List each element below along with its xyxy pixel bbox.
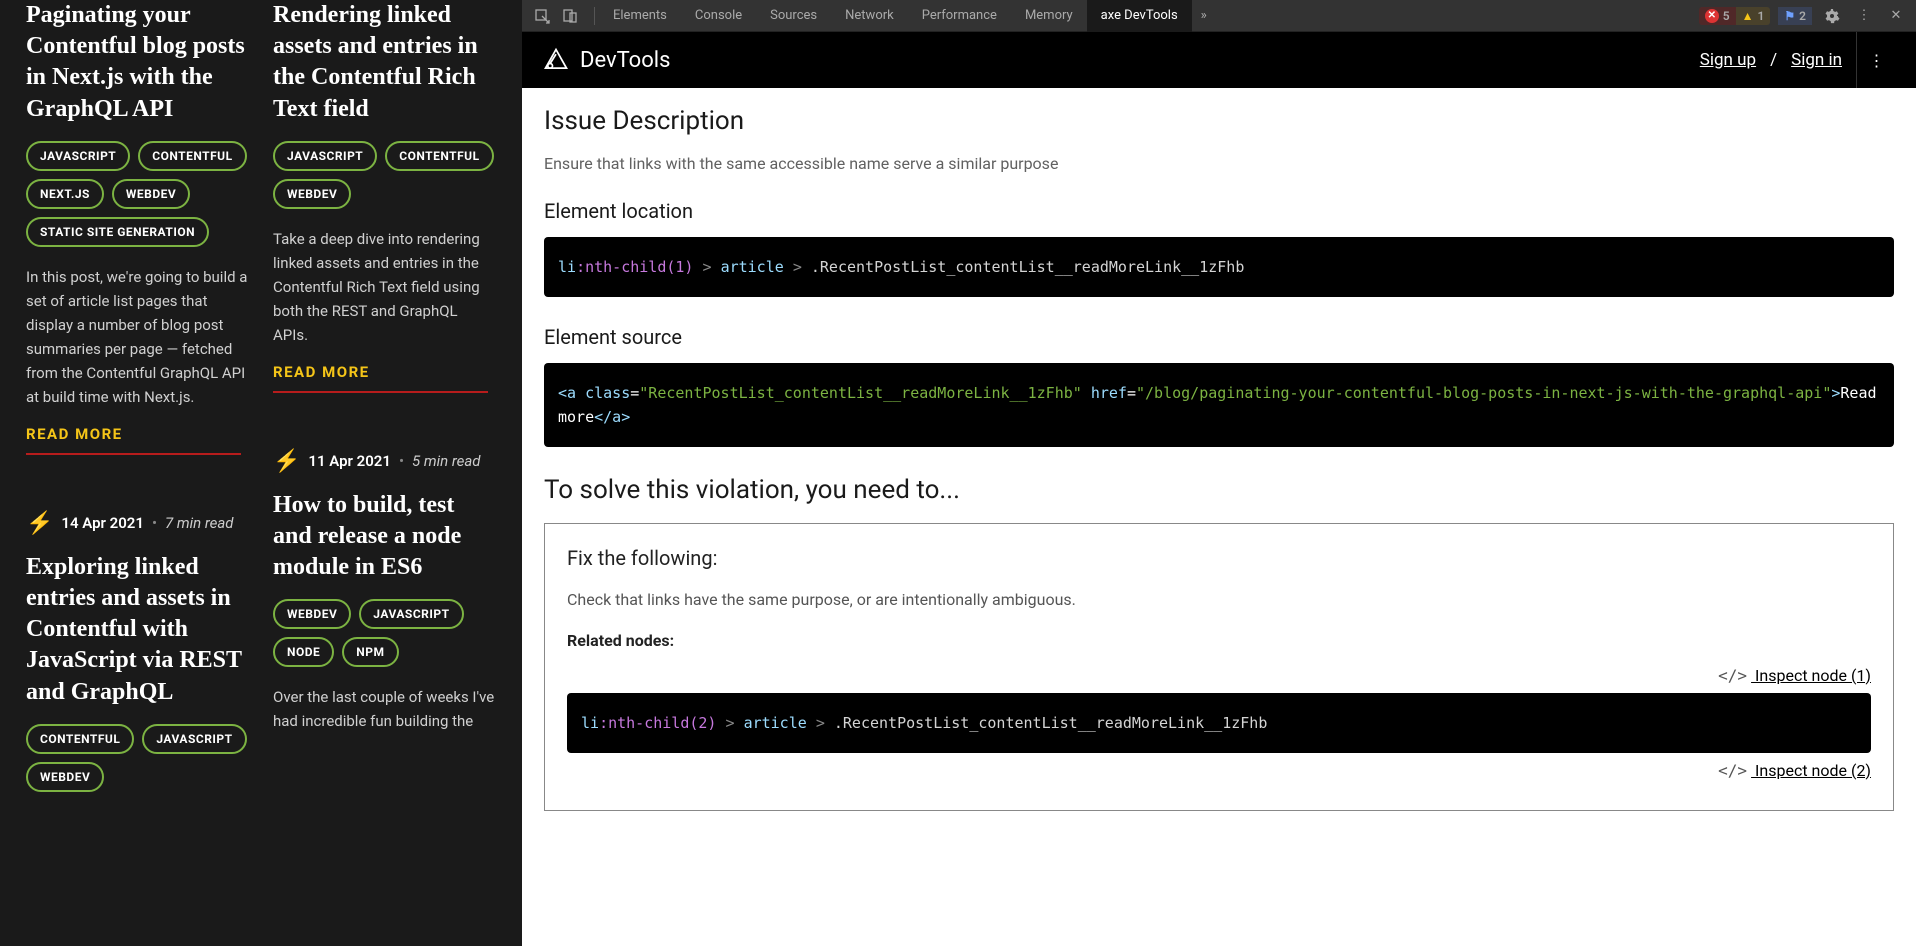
- posts-grid: Paginating your Contentful blog posts in…: [26, 0, 496, 810]
- read-time: 7 min read: [165, 514, 234, 532]
- devtools-tabbar: Elements Console Sources Network Perform…: [522, 0, 1916, 32]
- element-location-code[interactable]: li:nth-child(1) > article > .RecentPostL…: [544, 237, 1894, 297]
- post-date: 14 Apr 2021: [61, 514, 144, 532]
- inspect-element-icon[interactable]: [530, 4, 554, 28]
- post-card: Paginating your Contentful blog posts in…: [26, 0, 249, 810]
- dot-separator: •: [152, 514, 157, 532]
- post-tags: JAVASCRIPT CONTENTFUL WEBDEV: [273, 141, 496, 209]
- post-tags: WEBDEV JAVASCRIPT NODE NPM: [273, 599, 496, 667]
- tab-network[interactable]: Network: [831, 0, 908, 32]
- tag[interactable]: NODE: [273, 637, 334, 667]
- flag-count: 2: [1799, 9, 1806, 23]
- fix-box: Fix the following: Check that links have…: [544, 523, 1894, 811]
- close-icon[interactable]: ✕: [1884, 4, 1908, 28]
- read-more-link[interactable]: READ MORE: [273, 363, 488, 393]
- fix-following-heading: Fix the following:: [567, 546, 1871, 570]
- tag[interactable]: JAVASCRIPT: [359, 599, 463, 629]
- warning-count: 1: [1758, 9, 1765, 23]
- sign-up-link[interactable]: Sign up: [1700, 50, 1756, 70]
- post-card: Rendering linked assets and entries in t…: [273, 0, 496, 810]
- tag[interactable]: NPM: [342, 637, 398, 667]
- axe-logo-icon: [542, 46, 570, 74]
- auth-separator: /: [1770, 50, 1777, 70]
- tab-console[interactable]: Console: [681, 0, 756, 32]
- post-title[interactable]: Rendering linked assets and entries in t…: [273, 0, 496, 125]
- dot-separator: •: [399, 452, 404, 470]
- post-title[interactable]: Paginating your Contentful blog posts in…: [26, 0, 249, 125]
- post-title[interactable]: Exploring linked entries and assets in C…: [26, 552, 249, 708]
- code-icon: </>: [1718, 666, 1747, 685]
- post-title[interactable]: How to build, test and release a node mo…: [273, 490, 496, 584]
- tag[interactable]: WEBDEV: [273, 599, 351, 629]
- tab-axe-devtools[interactable]: axe DevTools: [1087, 0, 1192, 32]
- issues-badge[interactable]: ⚑2: [1778, 7, 1812, 25]
- inspect-node-link[interactable]: Inspect node (2): [1751, 761, 1871, 780]
- sign-in-link[interactable]: Sign in: [1791, 50, 1842, 70]
- related-node-code[interactable]: li:nth-child(2) > article > .RecentPostL…: [567, 693, 1871, 753]
- tag[interactable]: CONTENTFUL: [26, 724, 134, 754]
- inspect-node-link[interactable]: Inspect node (1): [1751, 666, 1871, 685]
- post-date: 11 Apr 2021: [308, 452, 391, 470]
- tag[interactable]: WEBDEV: [112, 179, 190, 209]
- element-location-heading: Element location: [544, 199, 1894, 223]
- tag[interactable]: JAVASCRIPT: [26, 141, 130, 171]
- tab-memory[interactable]: Memory: [1011, 0, 1087, 32]
- tag[interactable]: CONTENTFUL: [385, 141, 493, 171]
- axe-brand-text: DevTools: [580, 48, 670, 73]
- post-excerpt: In this post, we're going to build a set…: [26, 265, 249, 409]
- error-count: 5: [1723, 9, 1730, 23]
- devtools-panel: Elements Console Sources Network Perform…: [522, 0, 1916, 946]
- post-tags: CONTENTFUL JAVASCRIPT WEBDEV: [26, 724, 249, 792]
- tab-elements[interactable]: Elements: [599, 0, 681, 32]
- settings-gear-icon[interactable]: [1820, 4, 1844, 28]
- inspect-node-row: </> Inspect node (2): [567, 761, 1871, 780]
- axe-kebab-menu-icon[interactable]: ⋮: [1856, 32, 1896, 88]
- axe-header: DevTools Sign up / Sign in ⋮: [522, 32, 1916, 88]
- bolt-icon: ⚡: [273, 449, 300, 474]
- tag[interactable]: JAVASCRIPT: [142, 724, 246, 754]
- tab-performance[interactable]: Performance: [908, 0, 1011, 32]
- fix-text: Check that links have the same purpose, …: [567, 590, 1871, 609]
- tag[interactable]: CONTENTFUL: [138, 141, 246, 171]
- element-source-code[interactable]: <a class="RecentPostList_contentList__re…: [544, 363, 1894, 447]
- issue-description-heading: Issue Description: [544, 106, 1894, 136]
- tag[interactable]: WEBDEV: [273, 179, 351, 209]
- read-time: 5 min read: [412, 452, 481, 470]
- more-tabs-icon[interactable]: »: [1192, 4, 1216, 28]
- post-tags: JAVASCRIPT CONTENTFUL NEXT.JS WEBDEV STA…: [26, 141, 249, 247]
- blog-panel: Paginating your Contentful blog posts in…: [0, 0, 522, 946]
- post-excerpt: Take a deep dive into rendering linked a…: [273, 227, 496, 347]
- post-meta: ⚡ 11 Apr 2021 • 5 min read: [273, 449, 496, 474]
- axe-content: Issue Description Ensure that links with…: [522, 88, 1916, 946]
- element-source-heading: Element source: [544, 325, 1894, 349]
- error-warning-badges[interactable]: ✕5 ▲1: [1699, 7, 1771, 25]
- solve-heading: To solve this violation, you need to...: [544, 475, 1894, 505]
- device-toggle-icon[interactable]: [558, 4, 582, 28]
- issue-description-text: Ensure that links with the same accessib…: [544, 154, 1894, 173]
- read-more-link[interactable]: READ MORE: [26, 425, 241, 455]
- bolt-icon: ⚡: [26, 511, 53, 536]
- tag[interactable]: JAVASCRIPT: [273, 141, 377, 171]
- tag[interactable]: WEBDEV: [26, 762, 104, 792]
- axe-logo[interactable]: DevTools: [542, 46, 670, 74]
- related-nodes-heading: Related nodes:: [567, 631, 1871, 650]
- tag[interactable]: NEXT.JS: [26, 179, 104, 209]
- post-meta: ⚡ 14 Apr 2021 • 7 min read: [26, 511, 249, 536]
- inspect-node-row: </> Inspect node (1): [567, 666, 1871, 685]
- tag[interactable]: STATIC SITE GENERATION: [26, 217, 209, 247]
- code-icon: </>: [1718, 761, 1747, 780]
- post-excerpt: Over the last couple of weeks I've had i…: [273, 685, 496, 733]
- kebab-menu-icon[interactable]: ⋮: [1852, 4, 1876, 28]
- tab-sources[interactable]: Sources: [756, 0, 831, 32]
